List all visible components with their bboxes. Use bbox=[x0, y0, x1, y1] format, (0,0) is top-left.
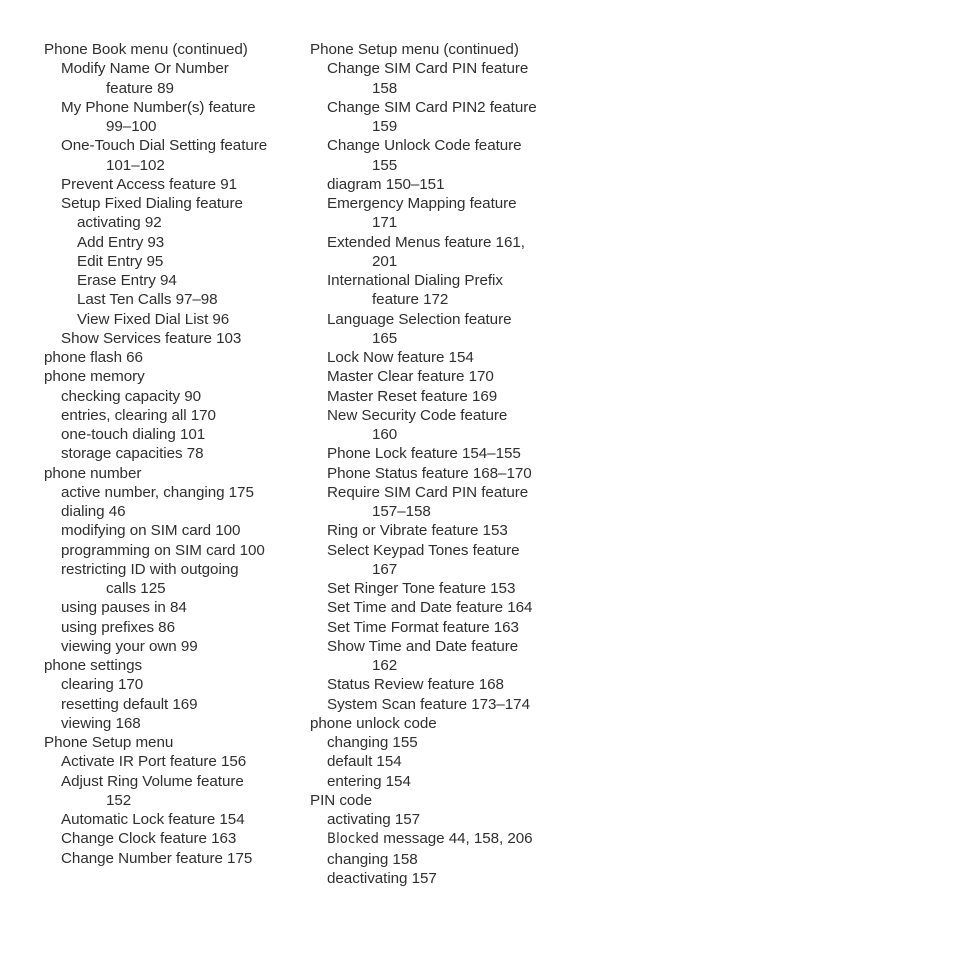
index-entry: activating 157 bbox=[327, 811, 421, 828]
index-page: Phone Book menu (continued) Modify Name … bbox=[0, 0, 954, 954]
index-entry: Modify Name Or Number bbox=[61, 60, 229, 78]
right-index-column: Phone Setup menu (continued) Change SIM … bbox=[310, 40, 600, 888]
right-entry-list: Change SIM Card PIN feature 158 Change SIM… bbox=[310, 59, 600, 888]
index-entry: 165 bbox=[372, 329, 398, 347]
index-entry: Change Number feature 175 bbox=[61, 849, 253, 867]
index-entry: dialing 46 bbox=[61, 503, 126, 520]
index-entry: calls 125 bbox=[106, 580, 166, 597]
index-entry: Last Ten Calls 97–98 bbox=[77, 291, 218, 309]
index-entry: clearing 170 bbox=[61, 676, 144, 694]
index-entry: Add Entry 93 bbox=[77, 233, 165, 251]
index-entry: Phone Lock feature 154–155 bbox=[327, 445, 521, 463]
index-entry: phone number bbox=[44, 464, 142, 482]
index-entry: diagram 150–151 bbox=[327, 175, 445, 193]
index-entry: Ring or Vibrate feature 153 bbox=[327, 522, 508, 540]
index-entry: 99–100 bbox=[106, 118, 157, 135]
index-entry: phone flash 66 bbox=[44, 349, 143, 366]
index-entry: Set Ringer Tone feature 153 bbox=[327, 580, 516, 597]
index-entry: modifying on SIM card 100 bbox=[61, 522, 241, 540]
index-entry: Phone Setup menu bbox=[44, 734, 174, 751]
index-entry: Blocked message 44, 158, 206 bbox=[310, 829, 600, 849]
right-column-heading: Phone Setup menu (continued) bbox=[310, 41, 519, 58]
index-entry: activating 92 bbox=[77, 214, 162, 232]
index-entry: Setup Fixed Dialing feature bbox=[61, 195, 243, 212]
index-entry: phone unlock code bbox=[310, 714, 437, 732]
index-entry: 101–102 bbox=[106, 156, 165, 174]
left-entry-list: Modify Name Or Number feature 89 My Phone … bbox=[44, 59, 310, 868]
index-entry: Set Time and Date feature 164 bbox=[327, 599, 533, 617]
index-entry: resetting default 169 bbox=[61, 695, 198, 713]
index-entry: entering 154 bbox=[327, 772, 411, 790]
index-entry: Set Time Format feature 163 bbox=[327, 618, 519, 636]
index-entry: Change Unlock Code feature bbox=[327, 137, 522, 155]
index-entry: restricting ID with outgoing bbox=[61, 560, 239, 578]
index-entry: Show Time and Date feature bbox=[327, 637, 519, 655]
index-entry: International Dialing Prefix bbox=[327, 272, 503, 289]
index-entry: phone settings bbox=[44, 657, 143, 674]
index-entry: Emergency Mapping feature bbox=[327, 195, 517, 212]
index-entry: My Phone Number(s) feature bbox=[61, 98, 256, 116]
index-entry: checking capacity 90 bbox=[61, 387, 201, 405]
index-entry: changing 155 bbox=[327, 734, 418, 751]
index-entry: One-Touch Dial Setting feature bbox=[61, 137, 268, 155]
index-entry: deactivating 157 bbox=[327, 869, 437, 887]
index-entry: Language Selection feature bbox=[327, 310, 512, 328]
index-entry: viewing 168 bbox=[61, 714, 141, 732]
index-entry: storage capacities 78 bbox=[61, 445, 204, 463]
index-entry: Adjust Ring Volume feature bbox=[61, 772, 244, 790]
index-entry: using pauses in 84 bbox=[61, 599, 187, 617]
index-entry: feature 89 bbox=[106, 79, 174, 97]
index-entry: feature 172 bbox=[372, 291, 449, 309]
index-entry: active number, changing 175 bbox=[61, 483, 254, 501]
index-entry: changing 158 bbox=[327, 850, 418, 868]
index-entry: System Scan feature 173–174 bbox=[327, 695, 530, 713]
index-entry: Automatic Lock feature 154 bbox=[61, 811, 245, 828]
index-entry: Edit Entry 95 bbox=[77, 252, 164, 270]
left-column-heading: Phone Book menu (continued) bbox=[44, 41, 248, 58]
index-entry: View Fixed Dial List 96 bbox=[77, 310, 230, 328]
index-entry: Show Services feature 103 bbox=[61, 329, 242, 347]
index-entry: 159 bbox=[372, 118, 398, 135]
index-entry: Master Reset feature 169 bbox=[327, 387, 498, 405]
index-entry: Require SIM Card PIN feature bbox=[327, 483, 529, 501]
index-entry: Master Clear feature 170 bbox=[327, 368, 494, 386]
index-entry: one-touch dialing 101 bbox=[61, 426, 206, 443]
index-entry: Erase Entry 94 bbox=[77, 272, 177, 289]
index-entry: using prefixes 86 bbox=[61, 618, 175, 636]
index-entry: Activate IR Port feature 156 bbox=[61, 753, 247, 771]
index-entry: 158 bbox=[372, 79, 398, 97]
index-entry: Lock Now feature 154 bbox=[327, 349, 474, 366]
index-entry: Change Clock feature 163 bbox=[61, 830, 237, 848]
left-index-column: Phone Book menu (continued) Modify Name … bbox=[44, 40, 310, 868]
index-entry: Change SIM Card PIN feature bbox=[327, 60, 529, 78]
index-entry: Change SIM Card PIN2 feature bbox=[327, 98, 537, 116]
index-entry: 155 bbox=[372, 156, 398, 174]
index-columns: Phone Book menu (continued) Modify Name … bbox=[0, 40, 954, 888]
index-entry: Status Review feature 168 bbox=[327, 676, 504, 694]
index-entry: PIN code bbox=[310, 791, 373, 809]
index-entry: Extended Menus feature 161, bbox=[327, 233, 525, 251]
index-entry: 162 bbox=[372, 657, 398, 674]
index-entry: 157–158 bbox=[372, 503, 431, 520]
index-entry-text: message 44, 158, 206 bbox=[379, 830, 533, 848]
index-entry: Prevent Access feature 91 bbox=[61, 175, 238, 193]
index-entry: 201 bbox=[372, 252, 398, 270]
index-entry: default 154 bbox=[327, 753, 402, 771]
index-entry: viewing your own 99 bbox=[61, 637, 198, 655]
index-entry: 160 bbox=[372, 426, 398, 443]
index-entry: 167 bbox=[372, 560, 398, 578]
index-entry: 171 bbox=[372, 214, 398, 232]
index-entry: Select Keypad Tones feature bbox=[327, 541, 520, 559]
index-entry: Phone Status feature 168–170 bbox=[327, 464, 532, 482]
index-entry: phone memory bbox=[44, 368, 145, 386]
index-entry: 152 bbox=[106, 791, 132, 809]
index-entry: programming on SIM card 100 bbox=[61, 541, 265, 559]
device-display-word: Blocked bbox=[327, 831, 380, 848]
index-entry: New Security Code feature bbox=[327, 406, 508, 424]
index-entry: entries, clearing all 170 bbox=[61, 406, 216, 424]
